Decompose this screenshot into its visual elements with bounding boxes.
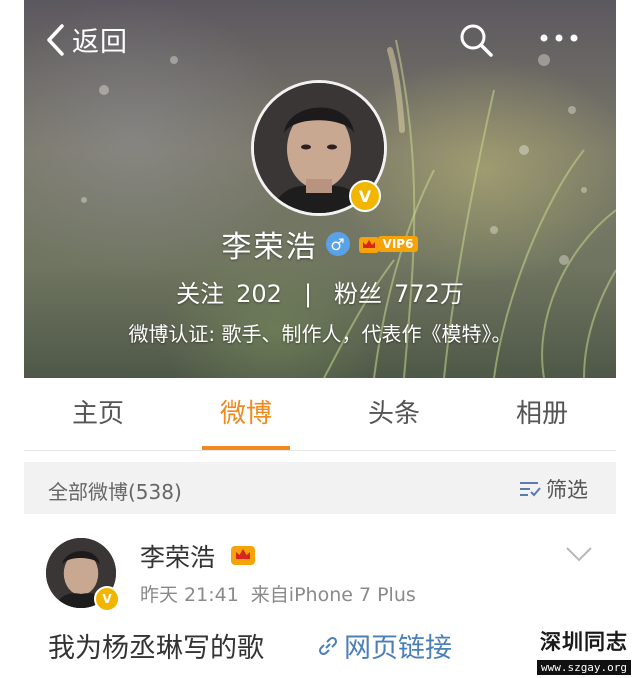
web-link-label: 网页链接 bbox=[344, 633, 452, 664]
verification-info: 微博认证: 歌手、制作人，代表作《模特》。 bbox=[128, 322, 512, 346]
member-crown-icon[interactable] bbox=[230, 542, 256, 566]
watermark-url: www.szgay.org bbox=[536, 660, 632, 675]
web-link[interactable]: 网页链接 bbox=[316, 626, 452, 665]
filter-bar: 全部微博(538) 筛选 bbox=[24, 462, 616, 514]
vip-badge[interactable]: VIP6 bbox=[358, 233, 419, 255]
followers-label: 粉丝 bbox=[334, 280, 383, 308]
link-icon bbox=[318, 636, 338, 655]
crown-icon bbox=[358, 237, 379, 253]
verified-badge-icon: V bbox=[349, 180, 381, 212]
tab-weibo[interactable]: 微博 bbox=[172, 378, 320, 450]
tab-albums[interactable]: 相册 bbox=[468, 378, 616, 450]
profile-page: 返回 V 李荣浩 ♂ VIP6 关注 202 | 粉丝 772万 微博认证: 歌… bbox=[24, 0, 616, 678]
post-avatar[interactable]: V bbox=[46, 538, 120, 612]
filter-label: 筛选 bbox=[546, 478, 588, 502]
profile-name: 李荣浩 bbox=[221, 230, 318, 265]
profile-tabs: 主页 微博 头条 相册 bbox=[24, 378, 616, 451]
male-gender-icon: ♂ bbox=[325, 232, 350, 256]
follow-stats: 关注 202 | 粉丝 772万 bbox=[24, 274, 616, 309]
profile-avatar[interactable]: V bbox=[251, 80, 387, 216]
more-options-icon[interactable] bbox=[538, 28, 580, 48]
back-button[interactable]: 返回 bbox=[44, 20, 128, 59]
followers-count: 772万 bbox=[394, 280, 464, 308]
post-author-name[interactable]: 李荣浩 bbox=[140, 538, 215, 574]
vip-level: VIP6 bbox=[377, 236, 419, 252]
filter-button[interactable]: 筛选 bbox=[518, 474, 588, 504]
following-label: 关注 bbox=[176, 280, 225, 308]
post-time: 昨天 21:41 bbox=[140, 584, 239, 606]
watermark-title: 深圳同志 bbox=[540, 629, 628, 654]
profile-header: 返回 V 李荣浩 ♂ VIP6 关注 202 | 粉丝 772万 微博认证: 歌… bbox=[24, 0, 616, 378]
tab-home[interactable]: 主页 bbox=[24, 378, 172, 450]
post-verified-icon: V bbox=[94, 586, 120, 612]
filter-list-icon bbox=[520, 482, 541, 497]
post-text: 我为杨丞琳写的歌 bbox=[48, 633, 264, 664]
profile-name-row: 李荣浩 ♂ VIP6 bbox=[24, 224, 616, 265]
top-nav-bar: 返回 bbox=[24, 18, 616, 62]
post-meta: 昨天 21:41 来自iPhone 7 Plus bbox=[140, 580, 416, 607]
followers-link[interactable]: 粉丝 772万 bbox=[334, 280, 464, 308]
chevron-left-icon bbox=[47, 23, 64, 56]
search-icon[interactable] bbox=[458, 22, 494, 58]
chevron-down-icon[interactable] bbox=[564, 544, 594, 564]
following-count: 202 bbox=[236, 280, 282, 308]
following-link[interactable]: 关注 202 bbox=[176, 280, 282, 308]
all-posts-count: 全部微博(538) bbox=[48, 480, 182, 504]
tab-headlines[interactable]: 头条 bbox=[320, 378, 468, 450]
site-watermark: 深圳同志 www.szgay.org bbox=[528, 626, 640, 675]
post-source: 来自iPhone 7 Plus bbox=[250, 584, 416, 606]
stats-separator: | bbox=[303, 280, 313, 308]
back-label: 返回 bbox=[72, 27, 128, 58]
